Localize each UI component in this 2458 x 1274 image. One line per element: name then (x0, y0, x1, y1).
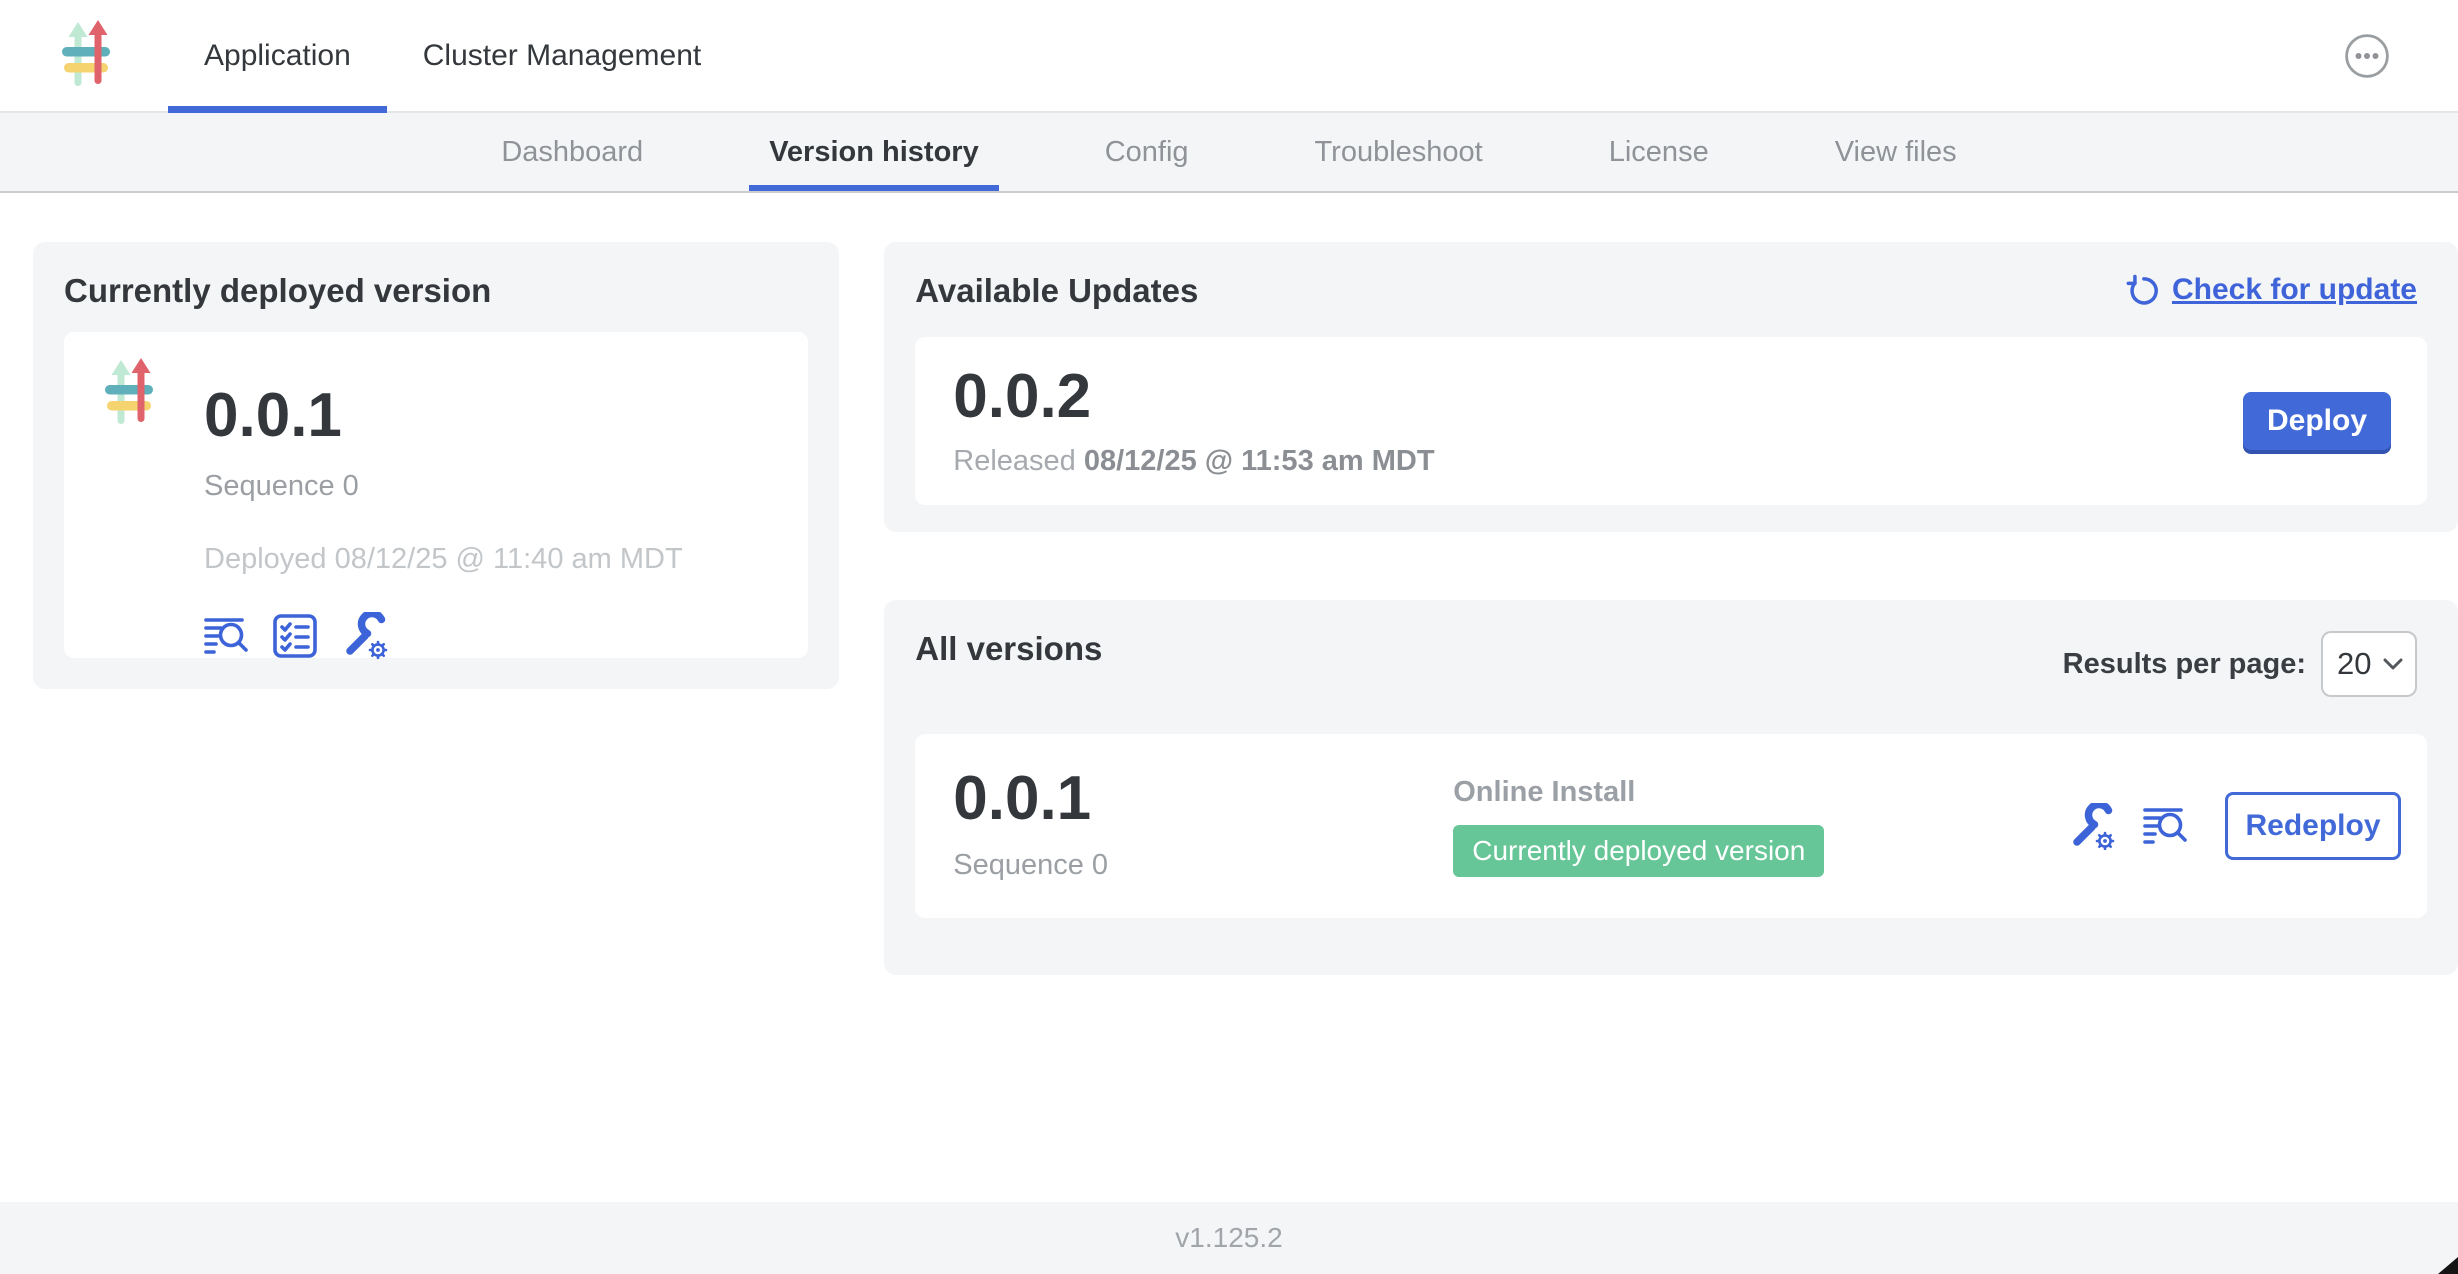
subnav-tab-troubleshoot[interactable]: Troubleshoot (1295, 113, 1503, 191)
app-footer: v1.125.2 (0, 1202, 2458, 1274)
config-icon (340, 612, 388, 659)
tab-application-label: Application (204, 39, 351, 73)
config-icon (2067, 803, 2115, 850)
deployed-sequence: Sequence 0 (204, 470, 683, 503)
results-per-page-select[interactable]: 20 (2321, 631, 2417, 697)
subnav-tab-dashboard[interactable]: Dashboard (481, 113, 663, 191)
subnav-tab-version-history-label: Version history (769, 136, 979, 169)
release-notes-button[interactable] (204, 614, 250, 658)
subnav-tab-version-history[interactable]: Version history (749, 113, 999, 191)
available-updates-title: Available Updates (915, 273, 1198, 309)
release-notes-icon (204, 614, 250, 658)
subnav-tab-view-files[interactable]: View files (1815, 113, 1977, 191)
available-update-row: 0.0.2 Released 08/12/25 @ 11:53 am MDT D… (915, 337, 2427, 505)
check-for-update-label: Check for update (2172, 273, 2417, 307)
available-updates-card: Available Updates Check for update 0.0.2… (884, 242, 2458, 532)
subnav-tab-config-label: Config (1105, 136, 1189, 169)
row-sequence: Sequence 0 (953, 849, 1453, 882)
results-per-page-label: Results per page: (2063, 648, 2306, 681)
row-version-number: 0.0.1 (953, 771, 1453, 827)
chevron-down-icon (2383, 658, 2403, 671)
currently-deployed-version-card: 0.0.1 Sequence 0 Deployed 08/12/25 @ 11:… (64, 332, 808, 658)
app-subnav: Dashboard Version history Config Trouble… (0, 113, 2458, 193)
tab-cluster-management-label: Cluster Management (423, 39, 701, 73)
subnav-tab-view-files-label: View files (1835, 136, 1957, 169)
release-notes-icon (2143, 804, 2189, 848)
deployed-version-number: 0.0.1 (204, 384, 683, 448)
update-released-timestamp: Released 08/12/25 @ 11:53 am MDT (953, 445, 1434, 478)
app-header: Application Cluster Management (0, 0, 2458, 113)
currently-deployed-title: Currently deployed version (64, 273, 808, 309)
subnav-tab-config[interactable]: Config (1085, 113, 1209, 191)
console-version-label: v1.125.2 (1175, 1222, 1282, 1254)
results-per-page-value: 20 (2337, 646, 2371, 682)
install-type-label: Online Install (1453, 776, 1635, 809)
tab-cluster-management[interactable]: Cluster Management (387, 0, 737, 111)
redeploy-button[interactable]: Redeploy (2225, 792, 2401, 860)
preflight-checks-button[interactable] (272, 613, 318, 659)
app-logo (58, 0, 118, 111)
preflight-checks-icon (272, 613, 318, 659)
deployed-app-logo (100, 358, 162, 658)
all-versions-title: All versions (915, 631, 1102, 667)
deployed-timestamp: Deployed 08/12/25 @ 11:40 am MDT (204, 543, 683, 576)
subnav-tab-license[interactable]: License (1589, 113, 1729, 191)
version-row: 0.0.1 Sequence 0 Online Install Currentl… (915, 734, 2427, 918)
currently-deployed-card: Currently deployed version 0.0.1 Sequenc… (33, 242, 839, 689)
subnav-tab-dashboard-label: Dashboard (501, 136, 643, 169)
all-versions-card: All versions Results per page: 20 0.0.1 … (884, 600, 2458, 975)
cursor-artifact (2438, 1257, 2458, 1274)
subnav-tab-license-label: License (1609, 136, 1709, 169)
check-for-update-link[interactable]: Check for update (2126, 273, 2417, 307)
app-level-nav: Application Cluster Management (168, 0, 737, 111)
row-release-notes-button[interactable] (2143, 804, 2189, 848)
row-view-config-button[interactable] (2067, 803, 2115, 850)
deploy-button[interactable]: Deploy (2243, 392, 2391, 450)
currently-deployed-badge: Currently deployed version (1453, 825, 1824, 877)
app-logo-arrows-icon (100, 358, 162, 430)
app-logo-arrows-icon (58, 20, 118, 92)
view-config-button[interactable] (340, 612, 388, 659)
more-options-button[interactable] (2344, 33, 2390, 79)
ellipsis-icon (2344, 33, 2390, 79)
refresh-icon (2126, 274, 2159, 307)
subnav-tab-troubleshoot-label: Troubleshoot (1315, 136, 1483, 169)
version-history-page: Currently deployed version 0.0.1 Sequenc… (0, 193, 2458, 975)
update-version-number: 0.0.2 (953, 365, 1434, 429)
tab-application[interactable]: Application (168, 0, 387, 111)
